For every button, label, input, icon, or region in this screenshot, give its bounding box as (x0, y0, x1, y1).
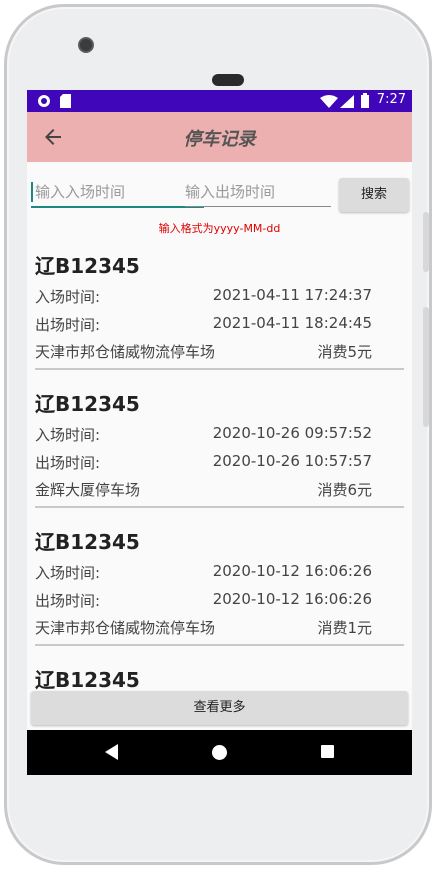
exit-row: 出场时间: 2021-04-11 18:24:45 (35, 314, 372, 334)
power-button (423, 212, 429, 272)
entry-label: 入场时间: (35, 426, 101, 444)
search-button[interactable]: 搜索 (339, 178, 409, 212)
entry-time-input[interactable]: 输入入场时间 (31, 178, 204, 208)
lot-row: 天津市邦仓储威物流停车场 消费1元 (35, 617, 372, 637)
app-bar: 停车记录 (27, 112, 412, 162)
system-nav-bar (27, 730, 412, 775)
divider (35, 368, 404, 370)
parking-lot-name: 天津市邦仓储威物流停车场 (35, 343, 216, 361)
entry-label: 入场时间: (35, 288, 101, 306)
exit-label: 出场时间: (35, 454, 101, 472)
sd-card-icon (60, 94, 71, 108)
exit-time: 2020-10-12 16:06:26 (212, 590, 372, 608)
entry-label: 入场时间: (35, 564, 101, 582)
fee: 消费5元 (317, 343, 372, 361)
entry-time: 2021-04-11 17:24:37 (212, 286, 372, 304)
front-camera (78, 37, 94, 53)
notification-dot-icon (38, 95, 50, 107)
nav-home-icon[interactable] (212, 745, 227, 760)
exit-time: 2020-10-26 10:57:57 (212, 452, 372, 470)
format-hint: 输入格式为yyyy-MM-dd (158, 222, 281, 235)
lot-row: 金辉大厦停车场 消费6元 (35, 479, 372, 499)
parking-lot-name: 天津市邦仓储威物流停车场 (35, 619, 216, 637)
plate-number: 辽B12345 (35, 392, 140, 416)
entry-time: 2020-10-26 09:57:52 (212, 424, 372, 442)
entry-time: 2020-10-12 16:06:26 (212, 562, 372, 580)
status-time: 7:27 (376, 92, 406, 107)
plate-number: 辽B12345 (35, 668, 140, 692)
fee: 消费1元 (317, 619, 372, 637)
wifi-icon (320, 95, 338, 108)
exit-time-input[interactable]: 输入出场时间 (185, 178, 331, 207)
app-screen: 7:27 停车记录 输入入场时间 输入出场时间 搜索 输入格式为yyyy-MM-… (27, 90, 412, 775)
nav-back-icon[interactable] (105, 744, 118, 760)
parking-lot-name: 金辉大厦停车场 (35, 481, 141, 499)
entry-row: 入场时间: 2020-10-26 09:57:52 (35, 424, 372, 444)
volume-button (423, 307, 429, 427)
exit-row: 出场时间: 2020-10-26 10:57:57 (35, 452, 372, 472)
exit-row: 出场时间: 2020-10-12 16:06:26 (35, 590, 372, 610)
exit-label: 出场时间: (35, 592, 101, 610)
battery-icon (361, 93, 369, 108)
lot-row: 天津市邦仓储威物流停车场 消费5元 (35, 341, 372, 361)
signal-icon (340, 95, 354, 108)
exit-time: 2021-04-11 18:24:45 (212, 314, 372, 332)
fee: 消费6元 (317, 481, 372, 499)
plate-number: 辽B12345 (35, 530, 140, 554)
text-cursor (31, 182, 33, 202)
earpiece-speaker (212, 74, 244, 86)
nav-recents-icon[interactable] (321, 745, 334, 758)
entry-row: 入场时间: 2021-04-11 17:24:37 (35, 286, 372, 306)
plate-number: 辽B12345 (35, 254, 140, 278)
entry-row: 入场时间: 2020-10-12 16:06:26 (35, 562, 372, 582)
entry-time-placeholder: 输入入场时间 (35, 183, 126, 201)
divider (35, 644, 404, 646)
load-more-button[interactable]: 查看更多 (31, 691, 408, 725)
status-bar: 7:27 (27, 90, 412, 112)
exit-label: 出场时间: (35, 316, 101, 334)
divider (35, 506, 404, 508)
page-title: 停车记录 (183, 129, 256, 150)
